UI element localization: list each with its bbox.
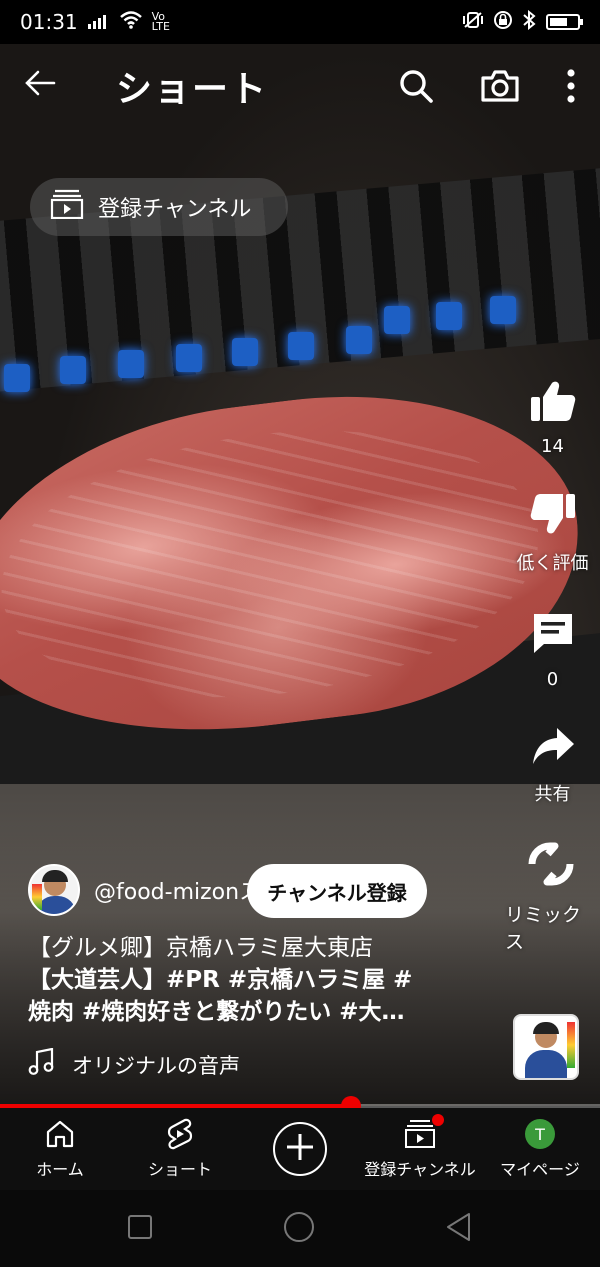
nav-shorts-label: ショート bbox=[147, 1160, 212, 1179]
video-description[interactable]: 【グルメ卿】京橋ハラミ屋大東店 【大道芸人】#PR #京橋ハラミ屋 # 焼肉 #… bbox=[28, 932, 468, 1028]
lock-icon bbox=[494, 10, 512, 34]
battery-icon bbox=[546, 14, 583, 30]
profile-avatar-wrap: T bbox=[525, 1118, 555, 1150]
action-column: 14 低く評価 0 共有 リミックス bbox=[505, 380, 600, 990]
create-button[interactable] bbox=[273, 1122, 327, 1176]
bottom-navigation: ホーム ショート 登録チャンネル T マイページ bbox=[0, 1108, 600, 1190]
remix-button[interactable]: リミックス bbox=[505, 842, 596, 954]
subscribe-button[interactable]: チャンネル登録 bbox=[247, 864, 427, 918]
shorts-icon bbox=[166, 1118, 194, 1150]
channel-avatar[interactable] bbox=[28, 864, 80, 916]
page-title: ショート bbox=[116, 69, 269, 110]
sound-label: オリジナルの音声 bbox=[72, 1053, 240, 1078]
like-button[interactable]: 14 bbox=[530, 380, 576, 457]
plus-icon bbox=[285, 1132, 315, 1166]
wifi-icon bbox=[119, 10, 142, 34]
share-button[interactable]: 共有 bbox=[531, 726, 575, 806]
description-line-2: 【大道芸人】#PR #京橋ハラミ屋 # bbox=[28, 967, 413, 993]
subscriptions-icon bbox=[50, 189, 84, 225]
camera-icon[interactable] bbox=[480, 69, 520, 103]
search-icon[interactable] bbox=[398, 68, 434, 104]
channel-row: @food-mizonス bbox=[28, 864, 261, 916]
nav-you[interactable]: T マイページ bbox=[480, 1108, 600, 1190]
more-options-icon[interactable] bbox=[566, 68, 576, 104]
system-navigation-bar bbox=[0, 1190, 600, 1267]
share-arrow-icon bbox=[531, 726, 575, 770]
nav-subscriptions[interactable]: 登録チャンネル bbox=[360, 1108, 480, 1190]
nav-you-label: マイページ bbox=[500, 1160, 580, 1179]
bluetooth-icon bbox=[522, 9, 536, 35]
notification-dot bbox=[432, 1114, 444, 1126]
nav-home-label: ホーム bbox=[36, 1160, 84, 1179]
subscriptions-pill-label: 登録チャンネル bbox=[98, 197, 252, 222]
comment-icon bbox=[531, 611, 575, 659]
dislike-label: 低く評価 bbox=[516, 553, 589, 574]
home-circle-icon[interactable] bbox=[283, 1211, 315, 1247]
like-count: 14 bbox=[541, 436, 564, 457]
top-bar: ショート bbox=[0, 44, 600, 128]
remix-label: リミックス bbox=[505, 904, 582, 953]
nav-create[interactable] bbox=[240, 1108, 360, 1190]
description-line-3: 焼肉 #焼肉好きと繋がりたい #大… bbox=[28, 999, 405, 1025]
back-triangle-icon[interactable] bbox=[445, 1212, 473, 1246]
network-label: Vo LTE bbox=[151, 10, 170, 33]
home-icon bbox=[45, 1118, 75, 1150]
description-line-1: 【グルメ卿】京橋ハラミ屋大東店 bbox=[28, 935, 373, 961]
thumbs-up-icon bbox=[530, 380, 576, 426]
remix-icon bbox=[528, 842, 574, 890]
thumbs-down-icon bbox=[530, 493, 576, 539]
status-time: 01:31 bbox=[20, 10, 78, 34]
nav-subscriptions-label: 登録チャンネル bbox=[364, 1160, 476, 1179]
back-arrow-icon[interactable] bbox=[24, 66, 72, 106]
sound-thumbnail[interactable] bbox=[513, 1014, 579, 1080]
signal-icon bbox=[87, 10, 110, 34]
profile-avatar: T bbox=[525, 1119, 555, 1149]
subscriptions-pill-button[interactable]: 登録チャンネル bbox=[30, 178, 288, 236]
channel-handle[interactable]: @food-mizonス bbox=[94, 874, 261, 906]
sound-row[interactable]: オリジナルの音声 bbox=[28, 1047, 240, 1081]
comments-button[interactable]: 0 bbox=[531, 611, 575, 690]
status-bar: 01:31 Vo LTE bbox=[0, 0, 600, 44]
recent-apps-icon[interactable] bbox=[127, 1214, 153, 1244]
share-label: 共有 bbox=[534, 784, 571, 805]
nav-shorts[interactable]: ショート bbox=[120, 1108, 240, 1190]
subscriptions-icon bbox=[404, 1114, 444, 1150]
dislike-button[interactable]: 低く評価 bbox=[517, 493, 589, 575]
vibrate-icon bbox=[462, 11, 484, 34]
comment-count: 0 bbox=[546, 669, 559, 690]
music-note-icon bbox=[28, 1047, 54, 1081]
nav-home[interactable]: ホーム bbox=[0, 1108, 120, 1190]
